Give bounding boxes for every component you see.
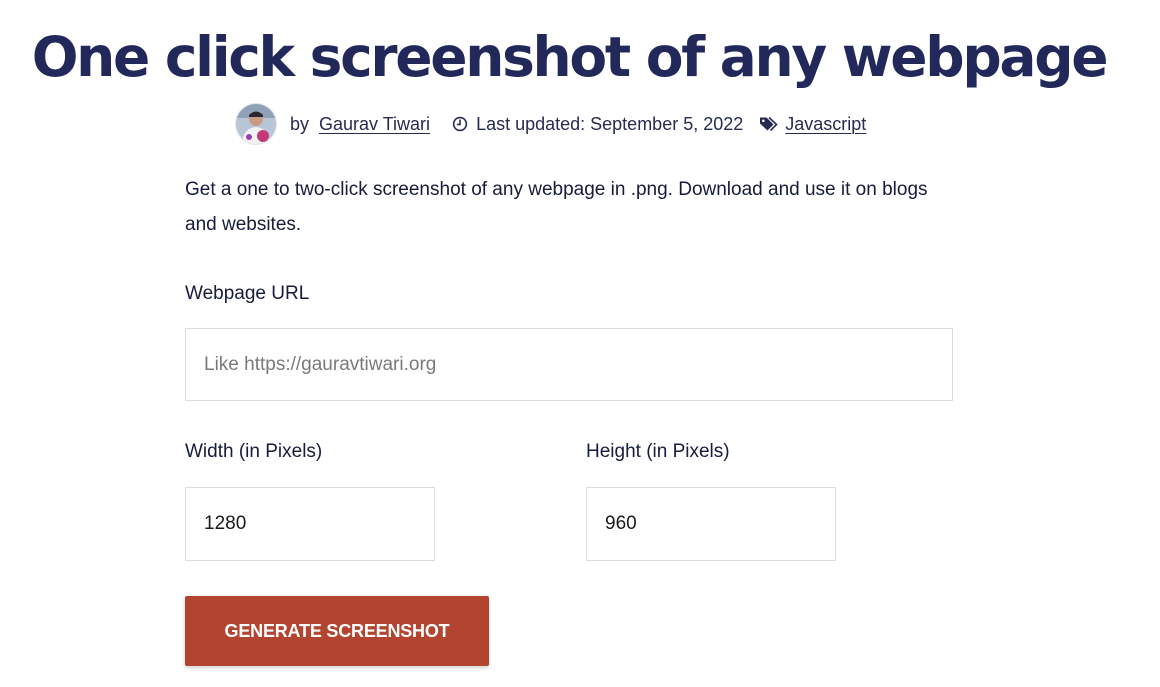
tags-icon [759, 116, 779, 132]
by-label: by [290, 113, 310, 134]
url-label: Webpage URL [185, 283, 310, 304]
height-label: Height (in Pixels) [586, 441, 730, 462]
clock-icon [452, 116, 468, 132]
last-updated-date: Last updated: September 5, 2022 [476, 113, 744, 134]
category-link[interactable]: Javascript [785, 114, 866, 135]
page-title: One click screenshot of any webpage [31, 25, 1109, 89]
width-label: Width (in Pixels) [185, 441, 323, 462]
author-link[interactable]: Gaurav Tiwari [319, 114, 430, 135]
post-meta: by Gaurav Tiwari Last updated: September… [236, 104, 866, 144]
webpage-url-input[interactable] [185, 328, 953, 401]
height-input[interactable] [586, 487, 836, 561]
intro-text: Get a one to two-click screenshot of any… [185, 179, 928, 235]
author-avatar[interactable] [236, 104, 276, 144]
width-input[interactable] [185, 487, 435, 561]
generate-screenshot-button[interactable]: GENERATE SCREENSHOT [185, 596, 489, 666]
